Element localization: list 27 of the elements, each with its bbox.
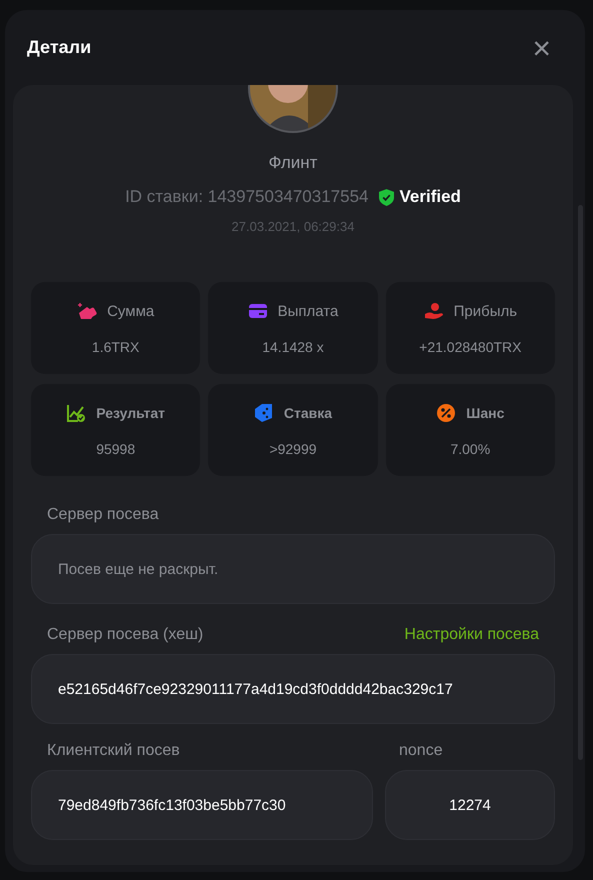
stat-value: 95998 [96, 441, 136, 457]
field-label: Сервер посева [46, 506, 160, 524]
field-label: Клиентский посев [46, 742, 181, 760]
bet-id: ID ставки: 14397503470317554 [125, 187, 368, 207]
seed-settings-link[interactable]: Настройки посева [404, 626, 539, 644]
stat-label: Результат [96, 405, 166, 421]
server-hash-field[interactable]: e52165d46f7ce92329011177a4d19cd3f0dddd42bac329c17 [31, 654, 555, 724]
stat-label: Шанс [466, 405, 504, 421]
field-label: Сервер посева (хеш) [47, 626, 204, 644]
verified-label: Verified [400, 187, 461, 207]
stat-value: +21.028480TRX [419, 339, 522, 355]
field-label: nonce [398, 742, 444, 760]
nonce-field[interactable]: 12274 [385, 770, 555, 840]
server-seed-field[interactable]: Посев еще не раскрыт. [31, 534, 555, 604]
stat-value: 1.6TRX [92, 339, 140, 355]
dialog-title: Детали [27, 37, 92, 58]
user-name: Флинт [268, 153, 318, 173]
stat-label: Сумма [107, 302, 154, 320]
stat-value: >92999 [269, 441, 317, 457]
stat-label: Выплата [278, 302, 338, 320]
client-seed-field[interactable]: 79ed849fb736fc13f03be5bb77c30 [31, 770, 373, 840]
stat-label: Ставка [284, 405, 332, 421]
stat-value: 7.00% [450, 441, 490, 457]
close-button[interactable]: × [528, 32, 555, 64]
stat-label: Прибыль [454, 302, 518, 320]
bet-date: 27.03.2021, 06:29:34 [230, 219, 356, 234]
stat-value: 14.1428 x [262, 339, 324, 355]
